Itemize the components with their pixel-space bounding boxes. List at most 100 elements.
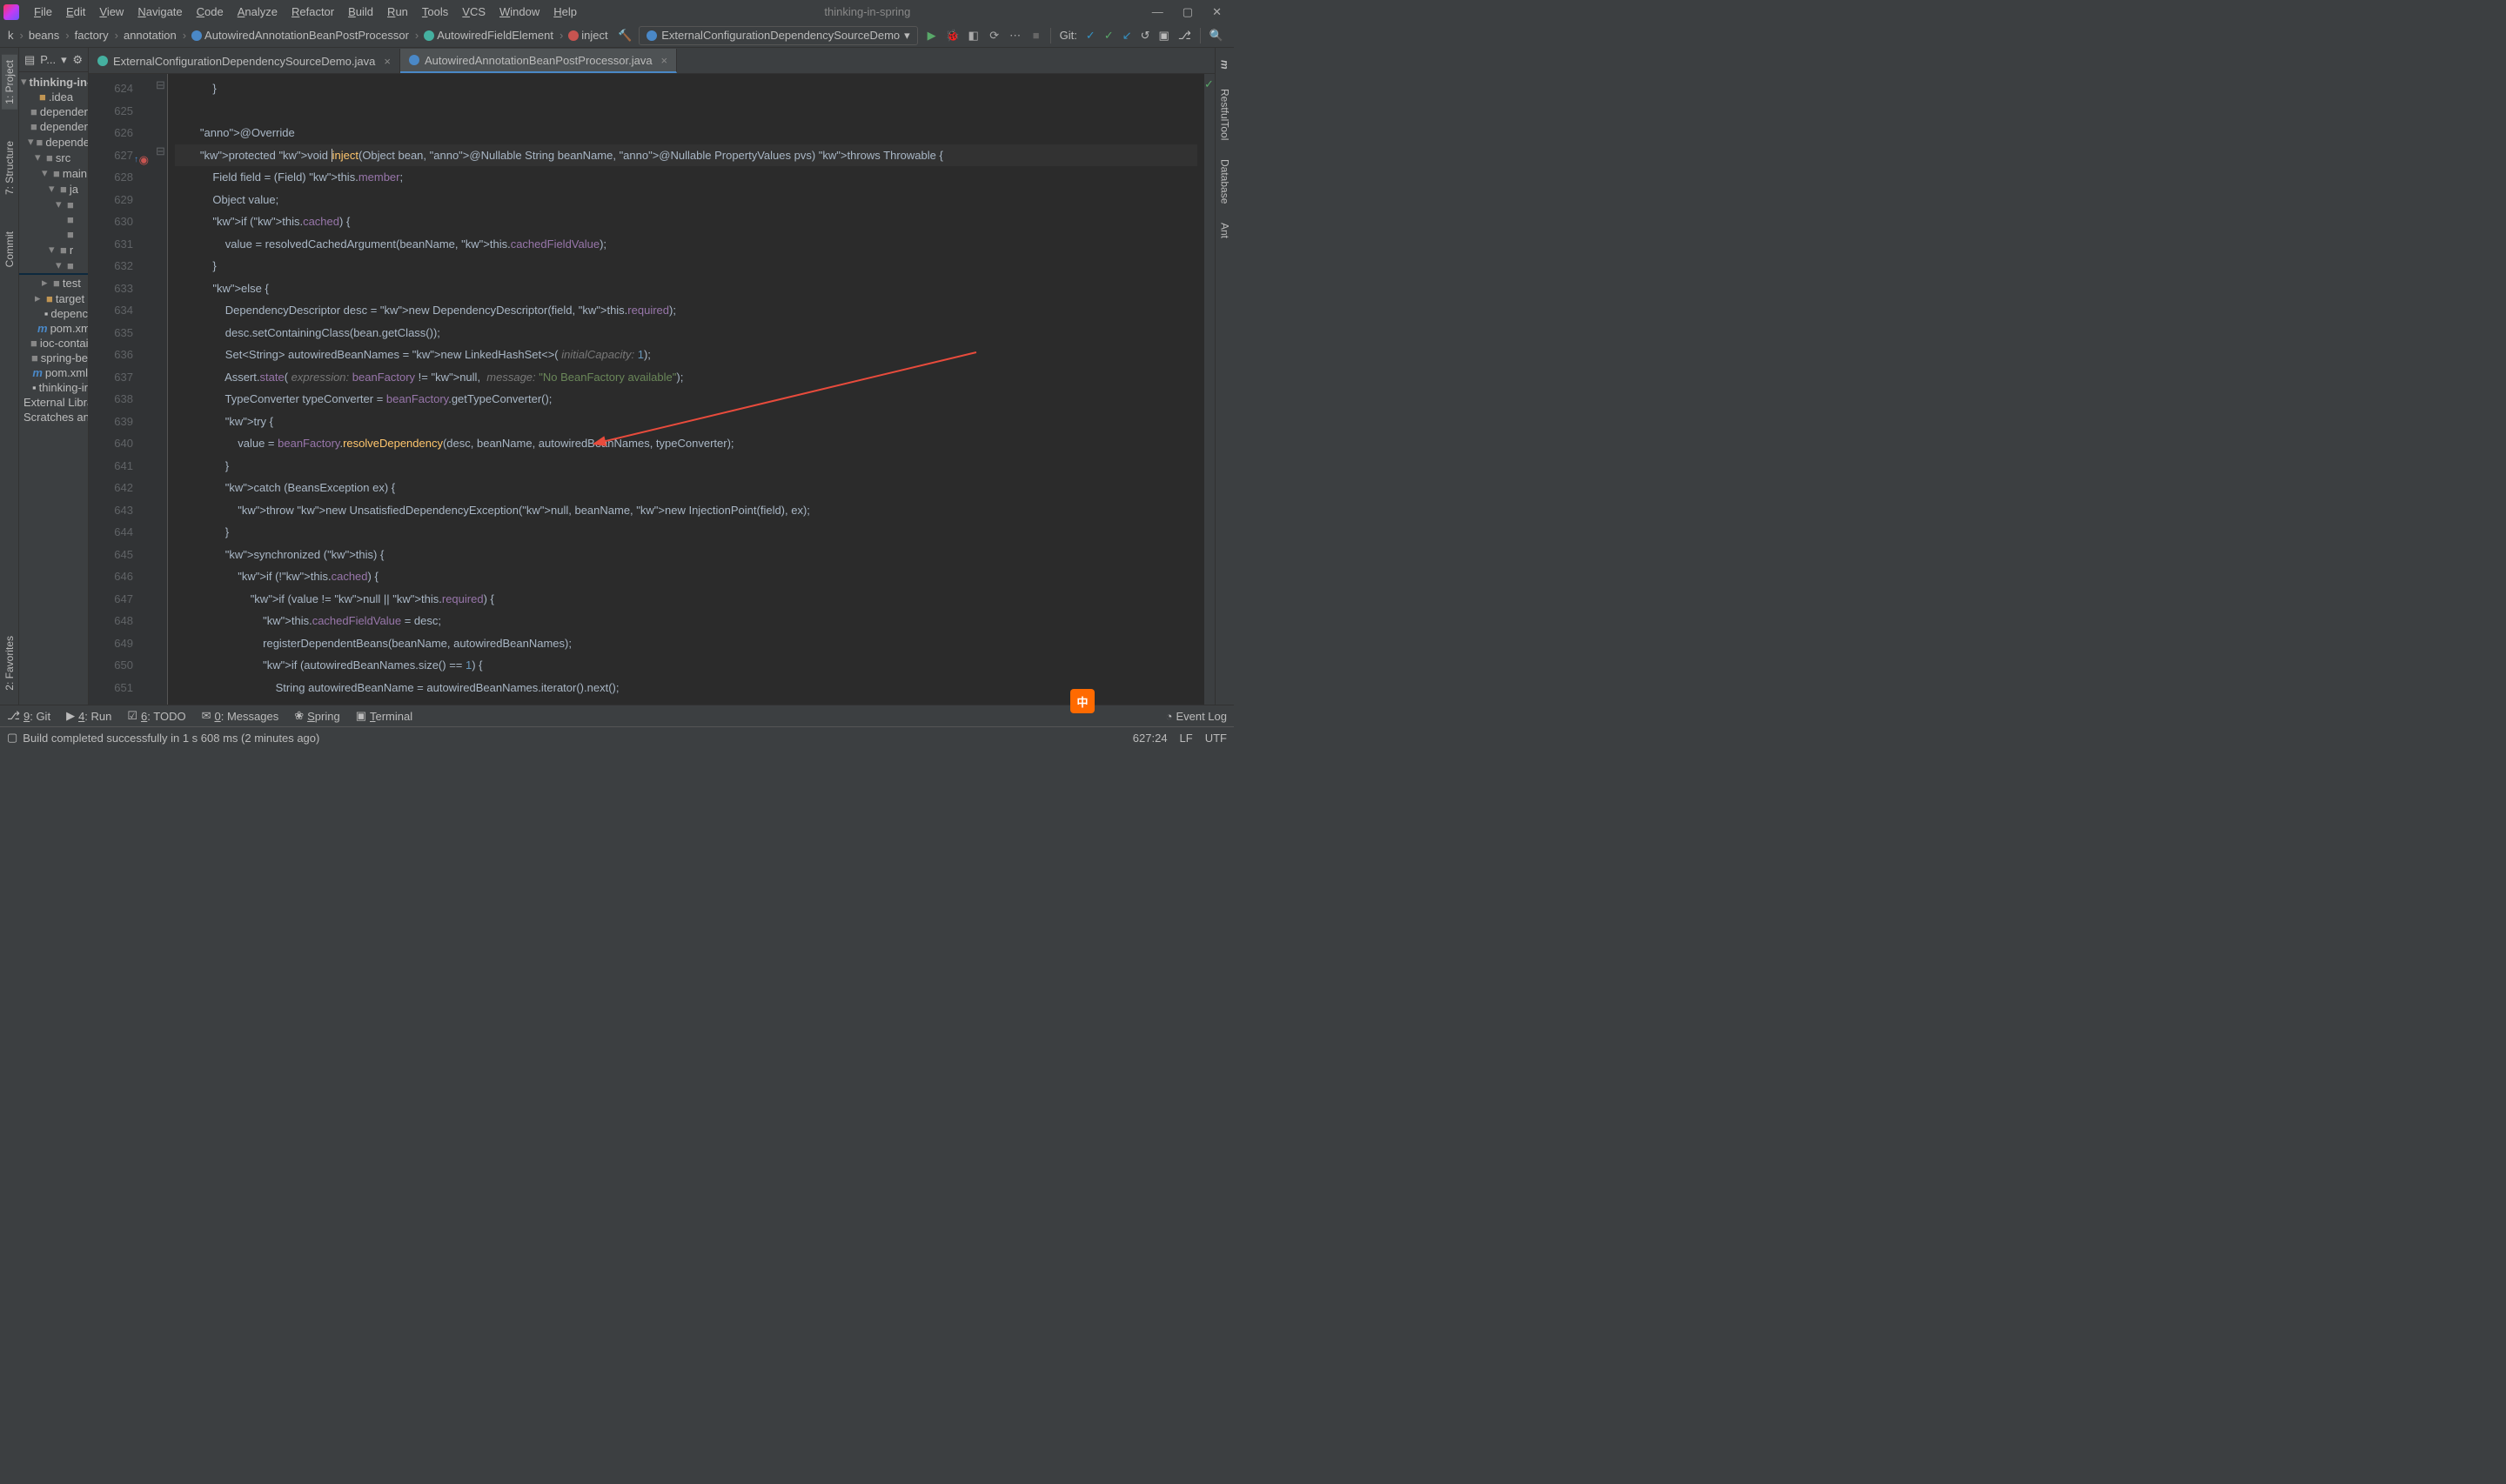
project-view-icon[interactable]: ▤ xyxy=(24,53,35,67)
event-log-button[interactable]: ◔ Event Log xyxy=(1166,710,1227,723)
tool-tab-commit[interactable]: Commit xyxy=(2,226,17,272)
close-tab-icon[interactable]: × xyxy=(661,54,668,67)
tool-tab-restfultool[interactable]: RestfulTool xyxy=(1217,84,1233,145)
bottom-tool-spring[interactable]: ❀Spring xyxy=(294,709,340,723)
tree-node[interactable]: ■spring-be xyxy=(19,351,88,365)
tree-node[interactable]: ▸■test xyxy=(19,275,88,291)
git-commit-icon[interactable]: ✓ xyxy=(1086,29,1096,43)
menu-vcs[interactable]: VCS xyxy=(456,3,492,21)
breadcrumb-item[interactable]: annotation xyxy=(121,28,189,43)
bottom-tool-messages[interactable]: ✉0: Messages xyxy=(202,709,279,723)
search-icon[interactable]: 🔍 xyxy=(1209,29,1223,43)
gear-icon[interactable]: ⚙ xyxy=(72,53,83,67)
menu-view[interactable]: View xyxy=(93,3,130,21)
breadcrumb-item[interactable]: beans xyxy=(26,28,72,43)
ime-badge[interactable]: 中 xyxy=(1070,689,1095,713)
tree-node[interactable]: ▾■ xyxy=(19,257,88,273)
menu-analyze[interactable]: Analyze xyxy=(231,3,284,21)
window-controls: — ▢ ✕ xyxy=(1152,5,1230,19)
code-content[interactable]: } "anno">@Override "kw">protected "kw">v… xyxy=(168,74,1204,705)
menu-help[interactable]: Help xyxy=(547,3,583,21)
breadcrumb-item[interactable]: AutowiredFieldElement xyxy=(421,28,566,43)
profile-icon[interactable]: ⟳ xyxy=(988,29,1002,43)
bottom-tool-terminal[interactable]: ▣Terminal xyxy=(356,709,412,723)
fold-column[interactable]: ⊟⊟ xyxy=(154,74,168,705)
git-push-icon[interactable]: ✓ xyxy=(1104,29,1114,43)
bottom-tool-git[interactable]: ⎇9: Git xyxy=(7,709,50,723)
maximize-icon[interactable]: ▢ xyxy=(1183,5,1193,19)
menu-tools[interactable]: Tools xyxy=(416,3,454,21)
menu-code[interactable]: Code xyxy=(191,3,230,21)
code-editor[interactable]: 624625626627◉↑62862963063163263363463563… xyxy=(89,74,1215,705)
tree-node[interactable]: ▪depenc xyxy=(19,306,88,321)
tree-node[interactable]: ■dependen xyxy=(19,104,88,119)
git-history-icon[interactable]: ↺ xyxy=(1141,29,1150,43)
tool-tab-project[interactable]: 1: Project xyxy=(2,55,17,110)
status-icon[interactable]: ▢ xyxy=(7,731,17,745)
menu-navigate[interactable]: Navigate xyxy=(131,3,188,21)
tree-node[interactable]: ▾■r xyxy=(19,242,88,257)
error-stripe[interactable]: ✓ xyxy=(1204,74,1215,705)
coverage-icon[interactable]: ◧ xyxy=(967,29,981,43)
tree-node[interactable]: mpom.xml xyxy=(19,365,88,380)
tree-node[interactable]: ▾■ja xyxy=(19,181,88,197)
stop-icon[interactable]: ■ xyxy=(1029,29,1043,43)
menu-file[interactable]: File xyxy=(28,3,58,21)
attach-icon[interactable]: ⋯ xyxy=(1008,29,1022,43)
project-view-label[interactable]: P... xyxy=(40,53,56,66)
run-config-selector[interactable]: ExternalConfigurationDependencySourceDem… xyxy=(639,26,917,45)
editor-tab[interactable]: ExternalConfigurationDependencySourceDem… xyxy=(89,49,400,73)
tool-tab-m[interactable]: m xyxy=(1217,55,1233,75)
tree-node[interactable]: ■ xyxy=(19,212,88,227)
tree-node[interactable]: ■dependen xyxy=(19,119,88,134)
caret-position[interactable]: 627:24 xyxy=(1133,732,1168,745)
hammer-icon[interactable]: 🔨 xyxy=(618,29,632,43)
left-tool-strip: 1: Project 7: Structure Commit 2: Favorites xyxy=(0,48,19,705)
project-tree[interactable]: ▾thinking-in-s■.idea■dependen■dependen▾■… xyxy=(19,72,88,705)
editor-tab[interactable]: AutowiredAnnotationBeanPostProcessor.jav… xyxy=(400,49,677,73)
line-separator[interactable]: LF xyxy=(1180,732,1193,745)
bottom-tool-run[interactable]: ▶4: Run xyxy=(66,709,111,723)
tree-node[interactable]: ■.idea xyxy=(19,90,88,104)
debug-icon[interactable]: 🐞 xyxy=(946,29,960,43)
tree-node[interactable]: ▾■main xyxy=(19,165,88,181)
git-update-icon[interactable]: ↙ xyxy=(1122,29,1132,43)
tool-tab-structure[interactable]: 7: Structure xyxy=(2,136,17,200)
git-branch-icon[interactable]: ⎇ xyxy=(1178,29,1191,43)
tree-node[interactable]: ▾thinking-in-s xyxy=(19,74,88,90)
menu-refactor[interactable]: Refactor xyxy=(285,3,340,21)
minimize-icon[interactable]: — xyxy=(1152,5,1163,19)
tree-node[interactable]: ▸■target xyxy=(19,291,88,306)
breadcrumb-item[interactable]: factory xyxy=(72,28,121,43)
gutter: 624625626627◉↑62862963063163263363463563… xyxy=(89,74,154,705)
menu-edit[interactable]: Edit xyxy=(60,3,91,21)
tool-tab-ant[interactable]: Ant xyxy=(1217,217,1233,244)
main-area: 1: Project 7: Structure Commit 2: Favorites… xyxy=(0,48,1234,705)
close-icon[interactable]: ✕ xyxy=(1212,5,1222,19)
tree-node[interactable]: ▾■dependen xyxy=(19,134,88,150)
breadcrumb-item[interactable]: inject xyxy=(566,28,610,43)
main-menu: FileEditViewNavigateCodeAnalyzeRefactorB… xyxy=(28,3,583,21)
tree-node[interactable]: ▾■ xyxy=(19,197,88,212)
tree-node[interactable]: ▪thinking-ir xyxy=(19,380,88,395)
tool-tab-database[interactable]: Database xyxy=(1217,154,1233,209)
tree-node[interactable]: mpom.xm xyxy=(19,321,88,336)
tree-node[interactable]: Scratches and xyxy=(19,410,88,424)
menu-build[interactable]: Build xyxy=(342,3,379,21)
menu-window[interactable]: Window xyxy=(493,3,546,21)
tree-node[interactable]: ▾■src xyxy=(19,150,88,165)
tool-tab-favorites[interactable]: 2: Favorites xyxy=(2,631,17,696)
breadcrumb-item[interactable]: AutowiredAnnotationBeanPostProcessor xyxy=(189,28,421,43)
menu-run[interactable]: Run xyxy=(381,3,414,21)
file-encoding[interactable]: UTF xyxy=(1205,732,1227,745)
close-tab-icon[interactable]: × xyxy=(384,55,391,68)
status-bar: ▢ Build completed successfully in 1 s 60… xyxy=(0,726,1234,748)
tree-node[interactable]: ■ xyxy=(19,227,88,242)
run-icon[interactable]: ▶ xyxy=(925,29,939,43)
breadcrumb-item[interactable]: k xyxy=(5,28,26,43)
chevron-down-icon[interactable]: ▾ xyxy=(61,53,67,67)
tree-node[interactable]: External Libra xyxy=(19,395,88,410)
bottom-tool-todo[interactable]: ☑6: TODO xyxy=(127,709,185,723)
git-revert-icon[interactable]: ▣ xyxy=(1159,29,1169,43)
tree-node[interactable]: ■ioc-contai xyxy=(19,336,88,351)
